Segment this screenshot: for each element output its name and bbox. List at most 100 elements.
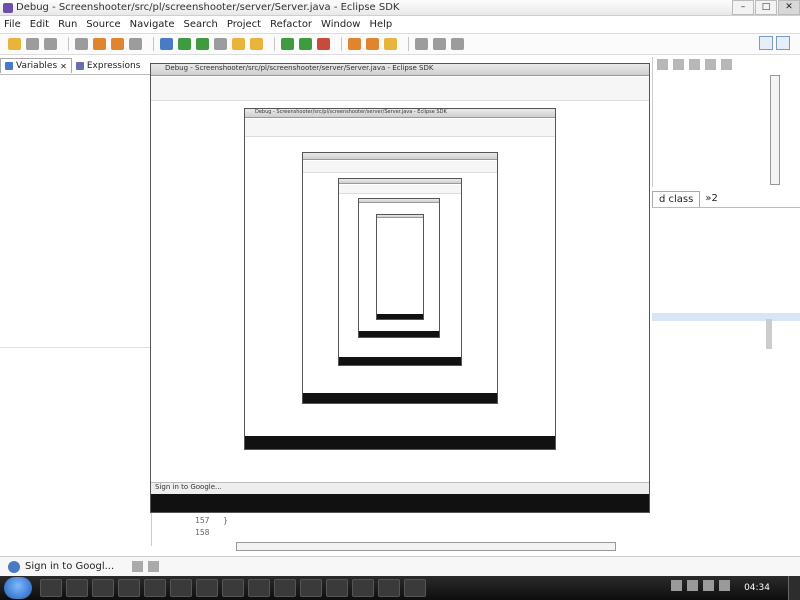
taskbar-app-button[interactable] bbox=[274, 579, 296, 597]
taskbar-app-button[interactable] bbox=[222, 579, 244, 597]
skip-breakpoints-icon[interactable] bbox=[75, 38, 88, 50]
new-package-icon[interactable] bbox=[348, 38, 361, 50]
window-titlebar: Debug - Screenshooter/src/pl/screenshoot… bbox=[0, 0, 800, 16]
minimize-view-icon[interactable] bbox=[721, 59, 732, 70]
taskbar-app-button[interactable] bbox=[196, 579, 218, 597]
view-menu-icon[interactable] bbox=[657, 59, 668, 70]
new-icon[interactable] bbox=[8, 38, 21, 50]
print-icon[interactable] bbox=[44, 38, 57, 50]
variables-view-tabs: Variables ✕ Expressions bbox=[0, 57, 150, 75]
java-perspective-icon[interactable] bbox=[759, 36, 773, 50]
variables-pane[interactable] bbox=[0, 76, 152, 546]
new-class-icon[interactable] bbox=[366, 38, 379, 50]
nested-taskbar bbox=[151, 494, 649, 512]
taskbar-app-button[interactable] bbox=[378, 579, 400, 597]
taskbar-app-button[interactable] bbox=[144, 579, 166, 597]
menu-edit[interactable]: Edit bbox=[30, 19, 49, 30]
step-return-icon[interactable] bbox=[214, 38, 227, 50]
taskbar-app-button[interactable] bbox=[326, 579, 348, 597]
status-tool-icon[interactable] bbox=[148, 561, 160, 572]
nested-menubar bbox=[339, 185, 461, 194]
globe-icon[interactable] bbox=[160, 38, 173, 50]
tray-icon[interactable] bbox=[687, 580, 698, 591]
menu-navigate[interactable]: Navigate bbox=[130, 19, 175, 30]
menu-help[interactable]: Help bbox=[369, 19, 392, 30]
status-icons bbox=[132, 561, 164, 572]
toolbar-separator bbox=[68, 37, 69, 51]
editor-gutter: 157 } 158 bbox=[195, 515, 228, 539]
menu-project[interactable]: Project bbox=[227, 19, 261, 30]
variables-icon bbox=[5, 62, 13, 70]
show-desktop-button[interactable] bbox=[788, 576, 800, 600]
forward-icon[interactable] bbox=[451, 38, 464, 50]
taskbar-app-button[interactable] bbox=[352, 579, 374, 597]
step-into-icon[interactable] bbox=[178, 38, 191, 50]
nested-menubar bbox=[151, 77, 649, 101]
open-type-icon[interactable] bbox=[232, 38, 245, 50]
collapse-all-icon[interactable] bbox=[673, 59, 684, 70]
run-icon[interactable] bbox=[299, 38, 312, 50]
taskbar-clock[interactable]: 04:34 bbox=[744, 576, 770, 600]
taskbar-app-button[interactable] bbox=[170, 579, 192, 597]
menu-search[interactable]: Search bbox=[184, 19, 218, 30]
suspend-icon[interactable] bbox=[111, 38, 124, 50]
close-button[interactable]: ✕ bbox=[778, 0, 800, 15]
search-icon[interactable] bbox=[384, 38, 397, 50]
window-title: Debug - Screenshooter/src/pl/screenshoot… bbox=[16, 2, 400, 13]
tab-expressions[interactable]: Expressions bbox=[72, 59, 145, 73]
external-tools-icon[interactable] bbox=[317, 38, 330, 50]
expressions-icon bbox=[75, 61, 84, 70]
nested-capture-6 bbox=[376, 214, 424, 320]
maximize-button[interactable]: □ bbox=[755, 0, 777, 15]
tab-variables[interactable]: Variables ✕ bbox=[0, 58, 72, 73]
back-icon[interactable] bbox=[433, 38, 446, 50]
windows-start-icon[interactable] bbox=[4, 577, 32, 599]
status-tool-icon[interactable] bbox=[132, 561, 144, 572]
terminate-icon[interactable] bbox=[129, 38, 142, 50]
toolbar-separator bbox=[274, 37, 275, 51]
taskbar-app-button[interactable] bbox=[66, 579, 88, 597]
tray-icon[interactable] bbox=[671, 580, 682, 591]
nested-taskbar bbox=[303, 393, 497, 403]
taskbar-app-button[interactable] bbox=[300, 579, 322, 597]
sign-in-link[interactable]: Sign in to Googl... bbox=[25, 561, 114, 572]
taskbar-app-button[interactable] bbox=[92, 579, 114, 597]
save-icon[interactable] bbox=[26, 38, 39, 50]
menu-run[interactable]: Run bbox=[58, 19, 77, 30]
menu-source[interactable]: Source bbox=[86, 19, 120, 30]
taskbar-app-button[interactable] bbox=[404, 579, 426, 597]
status-bar: Sign in to Googl... bbox=[0, 556, 800, 576]
open-resource-icon[interactable] bbox=[250, 38, 263, 50]
tab-overflow[interactable]: »2 bbox=[700, 191, 722, 206]
link-editor-icon[interactable] bbox=[689, 59, 700, 70]
nested-taskbar bbox=[377, 314, 423, 319]
minimize-button[interactable]: – bbox=[732, 0, 754, 15]
filter-icon[interactable] bbox=[705, 59, 716, 70]
taskbar-app-button[interactable] bbox=[248, 579, 270, 597]
google-icon[interactable] bbox=[8, 560, 20, 573]
debug-perspective-icon[interactable] bbox=[776, 36, 790, 50]
annotation-icon[interactable] bbox=[415, 38, 428, 50]
nested-titlebar: Debug - Screenshooter/src/pl/screenshoot… bbox=[151, 64, 649, 76]
vertical-scrollbar[interactable] bbox=[770, 75, 780, 185]
outline-scrollbar-thumb[interactable] bbox=[766, 319, 772, 349]
outline-pane[interactable] bbox=[652, 209, 800, 544]
nested-titlebar bbox=[339, 179, 461, 184]
volume-icon[interactable] bbox=[703, 580, 714, 591]
debug-icon[interactable] bbox=[281, 38, 294, 50]
editor-horizontal-scrollbar[interactable] bbox=[236, 542, 616, 551]
network-icon[interactable] bbox=[719, 580, 730, 591]
resume-icon[interactable] bbox=[93, 38, 106, 50]
view-toolbar-row bbox=[657, 59, 800, 70]
menu-refactor[interactable]: Refactor bbox=[270, 19, 312, 30]
step-over-icon[interactable] bbox=[196, 38, 209, 50]
outline-view-tabs: d class »2 bbox=[652, 190, 800, 208]
toolbar-separator bbox=[341, 37, 342, 51]
taskbar-app-button[interactable] bbox=[40, 579, 62, 597]
taskbar-app-button[interactable] bbox=[118, 579, 140, 597]
tab-outline[interactable]: d class bbox=[652, 190, 701, 207]
menu-window[interactable]: Window bbox=[321, 19, 360, 30]
eclipse-icon bbox=[3, 2, 13, 13]
tab-close-icon[interactable]: ✕ bbox=[60, 62, 67, 71]
menu-file[interactable]: File bbox=[4, 19, 21, 30]
